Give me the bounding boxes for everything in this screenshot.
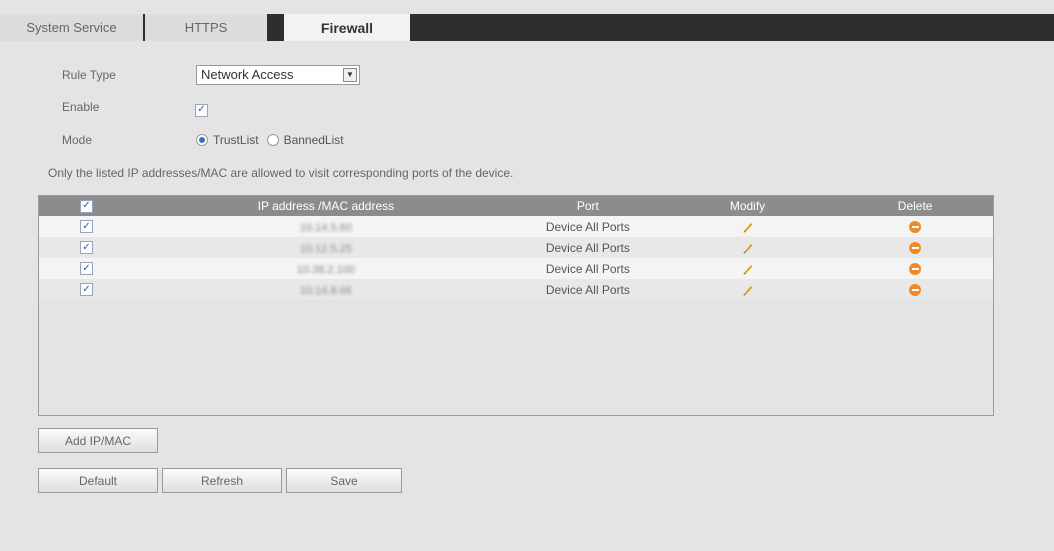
select-all-checkbox[interactable]: ✓: [79, 199, 93, 213]
header-ip: IP address /MAC address: [257, 199, 395, 213]
table-row: ✓ 10.14.8.66 Device All Ports: [39, 279, 993, 300]
header-delete: Delete: [897, 199, 933, 213]
row-checkbox[interactable]: ✓: [79, 241, 93, 254]
add-ip-mac-button[interactable]: Add IP/MAC: [38, 428, 158, 453]
rule-type-select[interactable]: Network Access ▼: [196, 65, 360, 85]
header-port: Port: [576, 199, 599, 213]
pencil-icon[interactable]: [741, 241, 755, 255]
minus-circle-icon[interactable]: [909, 220, 922, 233]
mode-label: Mode: [62, 133, 93, 147]
minus-circle-icon[interactable]: [909, 283, 922, 296]
row-port: Device All Ports: [545, 282, 630, 297]
row-ip: 10.14.5.60: [299, 221, 352, 234]
ip-table: ✓ IP address /MAC address Port Modify De…: [38, 195, 994, 416]
default-button[interactable]: Default: [38, 468, 158, 493]
pencil-icon[interactable]: [741, 220, 755, 234]
row-checkbox[interactable]: ✓: [79, 283, 93, 296]
row-checkbox[interactable]: ✓: [79, 262, 93, 275]
trustlist-radio[interactable]: [196, 134, 208, 146]
enable-label: Enable: [62, 100, 100, 114]
tab-bar: System Service HTTPS Firewall: [0, 14, 1054, 41]
header-modify: Modify: [729, 199, 766, 213]
table-row: ✓ 10.14.5.60 Device All Ports: [39, 216, 993, 237]
row-port: Device All Ports: [545, 261, 630, 276]
tab-https[interactable]: HTTPS: [145, 14, 269, 41]
table-row: ✓ 10.38.2.100 Device All Ports: [39, 258, 993, 279]
save-button[interactable]: Save: [286, 468, 402, 493]
pencil-icon[interactable]: [741, 283, 755, 297]
rule-type-value: Network Access: [201, 67, 294, 82]
minus-circle-icon[interactable]: [909, 262, 922, 275]
trustlist-label[interactable]: TrustList: [213, 133, 259, 147]
enable-checkbox[interactable]: ✓: [195, 103, 208, 117]
tab-firewall[interactable]: Firewall: [284, 14, 412, 41]
rule-type-label: Rule Type: [62, 68, 116, 82]
chevron-down-icon[interactable]: ▼: [343, 68, 357, 82]
minus-circle-icon[interactable]: [909, 241, 922, 254]
table-row: ✓ 10.12.5.25 Device All Ports: [39, 237, 993, 258]
row-port: Device All Ports: [545, 219, 630, 234]
row-checkbox[interactable]: ✓: [79, 220, 93, 233]
row-ip: 10.38.2.100: [296, 263, 355, 276]
bannedlist-label[interactable]: BannedList: [284, 133, 344, 147]
tab-system-service[interactable]: System Service: [0, 14, 145, 41]
refresh-button[interactable]: Refresh: [162, 468, 282, 493]
row-ip: 10.12.5.25: [299, 242, 352, 255]
table-header: ✓ IP address /MAC address Port Modify De…: [39, 196, 993, 216]
mode-radio-group: TrustList BannedList: [196, 133, 344, 147]
info-text: Only the listed IP addresses/MAC are all…: [48, 166, 514, 180]
pencil-icon[interactable]: [741, 262, 755, 276]
bannedlist-radio[interactable]: [266, 134, 279, 146]
row-ip: 10.14.8.66: [299, 284, 352, 297]
row-port: Device All Ports: [545, 240, 630, 255]
